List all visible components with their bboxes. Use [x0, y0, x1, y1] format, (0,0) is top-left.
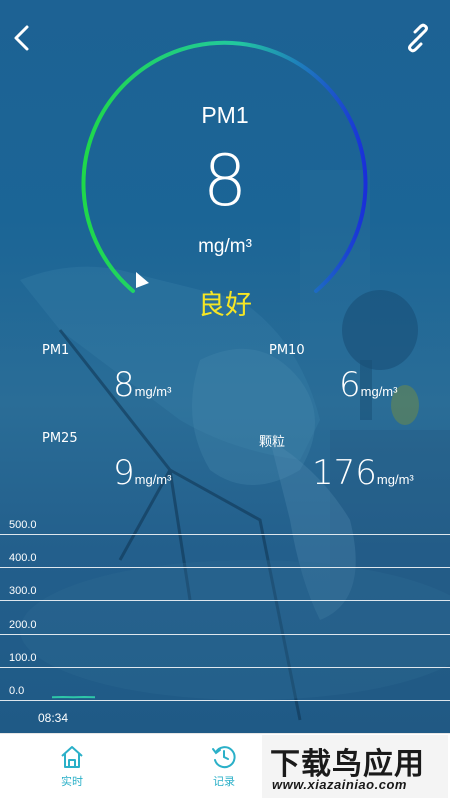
metric-value-particles[interactable]: 176mg/m³	[312, 453, 414, 493]
metric-title-pm10: PM10	[269, 343, 305, 358]
realtime-screen: PM1 8 mg/m³ 良好 PM1 8mg/m³ PM10 6mg/m³ PM…	[0, 0, 450, 733]
history-icon	[212, 746, 236, 769]
tab-label: 实时	[61, 775, 83, 788]
metric-value-pm25[interactable]: 9mg/m³	[113, 453, 171, 493]
metric-value-pm10[interactable]: 6mg/m³	[339, 365, 397, 405]
metric-number: 9	[113, 453, 135, 493]
tab-record[interactable]: 记录	[194, 740, 254, 798]
metric-unit: mg/m³	[360, 384, 398, 399]
home-icon	[61, 746, 83, 768]
metric-number: 6	[339, 365, 361, 405]
air-quality-status: 良好	[198, 290, 252, 321]
metric-title-particles: 颗粒	[259, 435, 286, 450]
metric-title-pm25: PM25	[42, 431, 78, 446]
watermark-logo: 下载鸟应用 www.xiazainiao.com	[262, 735, 448, 798]
metric-unit: mg/m³	[134, 384, 172, 399]
gauge-unit: mg/m³	[198, 236, 252, 257]
metric-number: 8	[113, 365, 135, 405]
history-chart[interactable]: 500.0 400.0 300.0 200.0 100.0 0.0 08:34	[0, 512, 450, 733]
x-tick-label: 08:34	[38, 711, 69, 725]
metric-unit: mg/m³	[376, 472, 414, 487]
gauge-value: 8	[202, 140, 248, 222]
chart-plot	[51, 695, 96, 699]
metric-unit: mg/m³	[134, 472, 172, 487]
tab-label: 记录	[213, 775, 235, 788]
tab-realtime[interactable]: 实时	[42, 740, 102, 798]
gauge-pollutant-name: PM1	[201, 102, 249, 128]
metric-value-pm1[interactable]: 8mg/m³	[113, 365, 171, 405]
metric-number: 176	[312, 453, 377, 493]
watermark-url: www.xiazainiao.com	[272, 777, 407, 792]
metric-title-pm1: PM1	[42, 343, 70, 358]
